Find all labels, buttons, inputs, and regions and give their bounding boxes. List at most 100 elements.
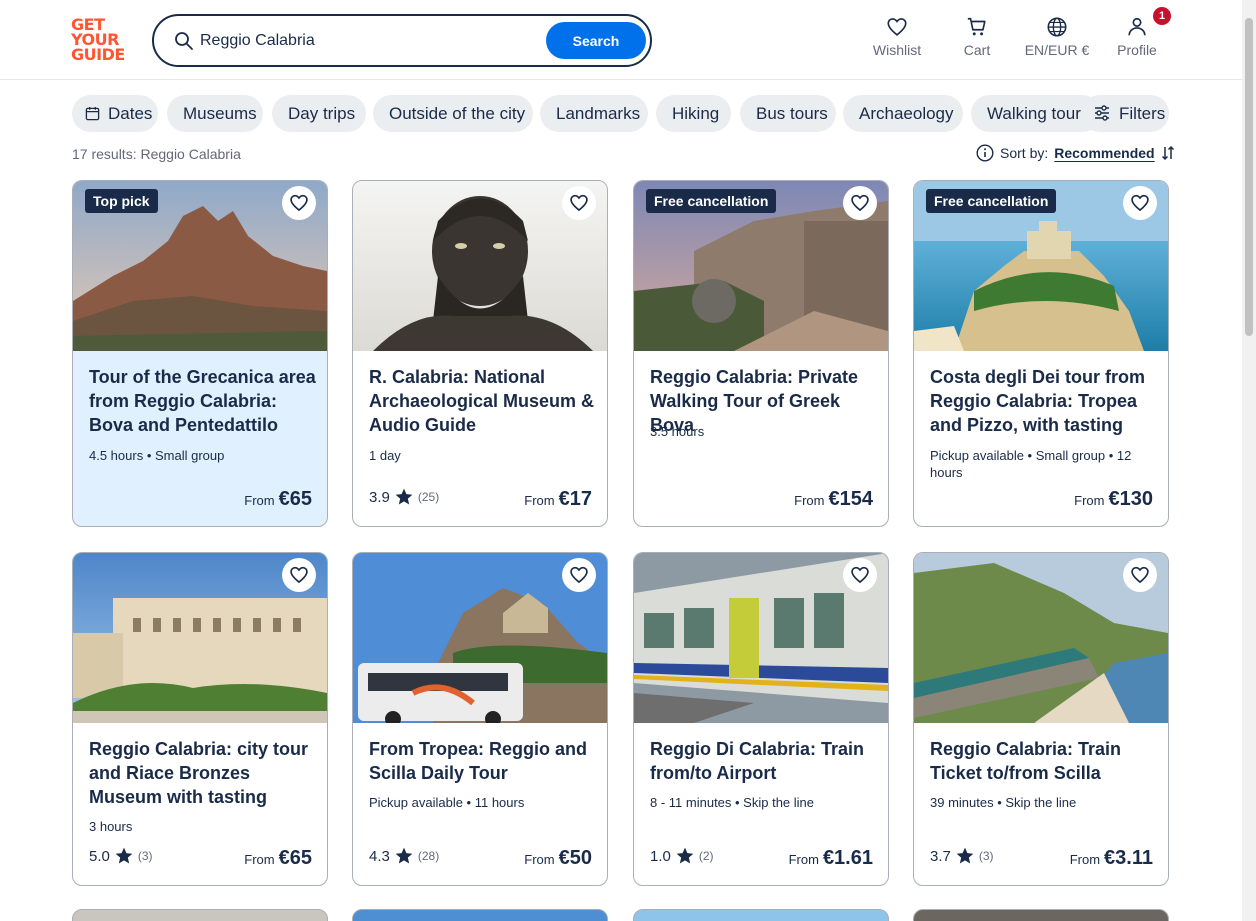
heart-icon bbox=[1131, 194, 1149, 212]
chip-label: Day trips bbox=[288, 104, 356, 123]
activity-title[interactable]: R. Calabria: National Archaeological Mus… bbox=[369, 365, 597, 437]
sort-value[interactable]: Recommended bbox=[1054, 145, 1154, 161]
wishlist-toggle[interactable] bbox=[843, 186, 877, 220]
activity-title[interactable]: Reggio Di Calabria: Train from/to Airpor… bbox=[650, 737, 878, 785]
wishlist-toggle[interactable] bbox=[282, 558, 316, 592]
sort-control[interactable]: Sort by: Recommended bbox=[976, 144, 1175, 162]
rating-value: 3.9 bbox=[369, 488, 390, 506]
heart-icon bbox=[851, 194, 869, 212]
rating-value: 4.3 bbox=[369, 847, 390, 865]
wishlist-toggle[interactable] bbox=[282, 186, 316, 220]
activity-card-partial[interactable] bbox=[352, 909, 608, 921]
activity-card[interactable]: From Tropea: Reggio and Scilla Daily Tou… bbox=[352, 552, 608, 886]
activity-card-partial[interactable] bbox=[633, 909, 889, 921]
heart-icon bbox=[570, 566, 588, 584]
review-count: (3) bbox=[978, 849, 994, 863]
heart-icon bbox=[290, 566, 308, 584]
results-count: 17 results: Reggio Calabria bbox=[72, 146, 241, 162]
chip-label: Walking tours bbox=[987, 104, 1090, 123]
activity-card[interactable]: Free cancellation Reggio Calabria: Priva… bbox=[633, 180, 889, 527]
language-currency-link[interactable]: EN/EUR € bbox=[1022, 16, 1092, 58]
activity-card-partial[interactable] bbox=[913, 909, 1169, 921]
chip-label: Landmarks bbox=[556, 104, 641, 123]
chip-landmarks[interactable]: Landmarks bbox=[540, 95, 648, 132]
activity-price: From €154 bbox=[794, 488, 873, 511]
review-count: (2) bbox=[698, 849, 714, 863]
wishlist-toggle[interactable] bbox=[562, 186, 596, 220]
wishlist-toggle[interactable] bbox=[843, 558, 877, 592]
activity-card[interactable]: Top pick Tour of the Grecanica area from… bbox=[72, 180, 328, 527]
activity-price: From €3.11 bbox=[1070, 847, 1153, 870]
scrollbar-thumb[interactable] bbox=[1245, 18, 1253, 336]
profile-link[interactable]: Profile 1 bbox=[1116, 7, 1171, 58]
activity-card[interactable]: R. Calabria: National Archaeological Mus… bbox=[352, 180, 608, 527]
activity-price: From €1.61 bbox=[789, 847, 873, 870]
filter-chip-row: Dates Museums Day trips Outside of the c… bbox=[72, 95, 1172, 133]
free-cancellation-badge: Free cancellation bbox=[926, 189, 1057, 213]
wishlist-toggle[interactable] bbox=[562, 558, 596, 592]
activity-title[interactable]: Costa degli Dei tour from Reggio Calabri… bbox=[930, 365, 1158, 437]
chip-hiking[interactable]: Hiking bbox=[656, 95, 731, 132]
rating-value: 1.0 bbox=[650, 847, 671, 865]
activity-details: Pickup available • Small group • 12 hour… bbox=[930, 448, 1132, 480]
activity-details: 39 minutes • Skip the line bbox=[930, 795, 1077, 810]
filters-label: Filters bbox=[1119, 104, 1166, 123]
activity-details: 3 hours bbox=[89, 819, 133, 834]
activity-price: From €17 bbox=[524, 488, 592, 511]
price-from-label: From bbox=[788, 852, 819, 867]
search-button[interactable]: Search bbox=[546, 22, 646, 59]
chip-dates[interactable]: Dates bbox=[72, 95, 158, 132]
chip-label: Hiking bbox=[672, 104, 720, 123]
activity-card[interactable]: Reggio Di Calabria: Train from/to Airpor… bbox=[633, 552, 889, 886]
wishlist-label: Wishlist bbox=[872, 42, 922, 58]
chip-outside-of-the-city[interactable]: Outside of the city bbox=[373, 95, 533, 132]
rating-value: 3.7 bbox=[930, 847, 951, 865]
activity-rating: 1.0 (2) bbox=[650, 846, 714, 866]
activity-card-partial[interactable] bbox=[72, 909, 328, 921]
wishlist-toggle[interactable] bbox=[1123, 558, 1157, 592]
activity-card[interactable]: Free cancellation Costa degli Dei tour f… bbox=[913, 180, 1169, 527]
activity-card[interactable]: Reggio Calabria: Train Ticket to/from Sc… bbox=[913, 552, 1169, 886]
activity-title[interactable]: Reggio Calabria: Train Ticket to/from Sc… bbox=[930, 737, 1158, 785]
calendar-icon bbox=[85, 106, 100, 121]
heart-icon bbox=[290, 194, 308, 212]
activity-rating: 5.0 (3) bbox=[89, 846, 153, 866]
activity-rating: 3.9 (25) bbox=[369, 487, 439, 507]
activity-title[interactable]: Tour of the Grecanica area from Reggio C… bbox=[89, 365, 317, 437]
price-from-label: From bbox=[1074, 493, 1105, 508]
chip-archaeology[interactable]: Archaeology bbox=[843, 95, 963, 132]
price-from-label: From bbox=[794, 493, 825, 508]
activity-price: From €65 bbox=[244, 488, 312, 511]
filters-button[interactable]: Filters bbox=[1081, 95, 1169, 132]
chip-day-trips[interactable]: Day trips bbox=[272, 95, 366, 132]
activity-rating: 4.3 (28) bbox=[369, 846, 439, 866]
activity-price: From €130 bbox=[1074, 488, 1153, 511]
activity-title[interactable]: From Tropea: Reggio and Scilla Daily Tou… bbox=[369, 737, 597, 785]
cart-link[interactable]: Cart bbox=[959, 16, 995, 58]
page-scrollbar[interactable] bbox=[1242, 0, 1256, 921]
cart-label: Cart bbox=[963, 42, 991, 58]
activity-card[interactable]: Reggio Calabria: city tour and Riace Bro… bbox=[72, 552, 328, 886]
price-amount: €1.61 bbox=[822, 847, 873, 869]
chip-bus-tours[interactable]: Bus tours bbox=[740, 95, 836, 132]
free-cancellation-badge: Free cancellation bbox=[646, 189, 777, 213]
chip-museums[interactable]: Museums bbox=[167, 95, 263, 132]
wishlist-link[interactable]: Wishlist bbox=[872, 16, 922, 58]
logo-line-3: GUIDE bbox=[71, 45, 125, 64]
price-from-label: From bbox=[524, 493, 555, 508]
getyourguide-logo[interactable]: GET YOUR GUIDE bbox=[71, 17, 129, 63]
heart-icon bbox=[887, 18, 907, 36]
heart-icon bbox=[570, 194, 588, 212]
language-label: EN/EUR € bbox=[1024, 42, 1090, 58]
activity-rating: 3.7 (3) bbox=[930, 846, 994, 866]
price-amount: €17 bbox=[558, 488, 592, 510]
search-input[interactable] bbox=[200, 26, 540, 56]
activity-title[interactable]: Reggio Calabria: city tour and Riace Bro… bbox=[89, 737, 317, 809]
globe-icon bbox=[1047, 17, 1067, 37]
wishlist-toggle[interactable] bbox=[1123, 186, 1157, 220]
info-icon[interactable] bbox=[976, 144, 994, 162]
activity-details: Pickup available • 11 hours bbox=[369, 795, 525, 810]
rating-value: 5.0 bbox=[89, 847, 110, 865]
activity-price: From €50 bbox=[524, 847, 592, 870]
review-count: (25) bbox=[417, 490, 440, 504]
